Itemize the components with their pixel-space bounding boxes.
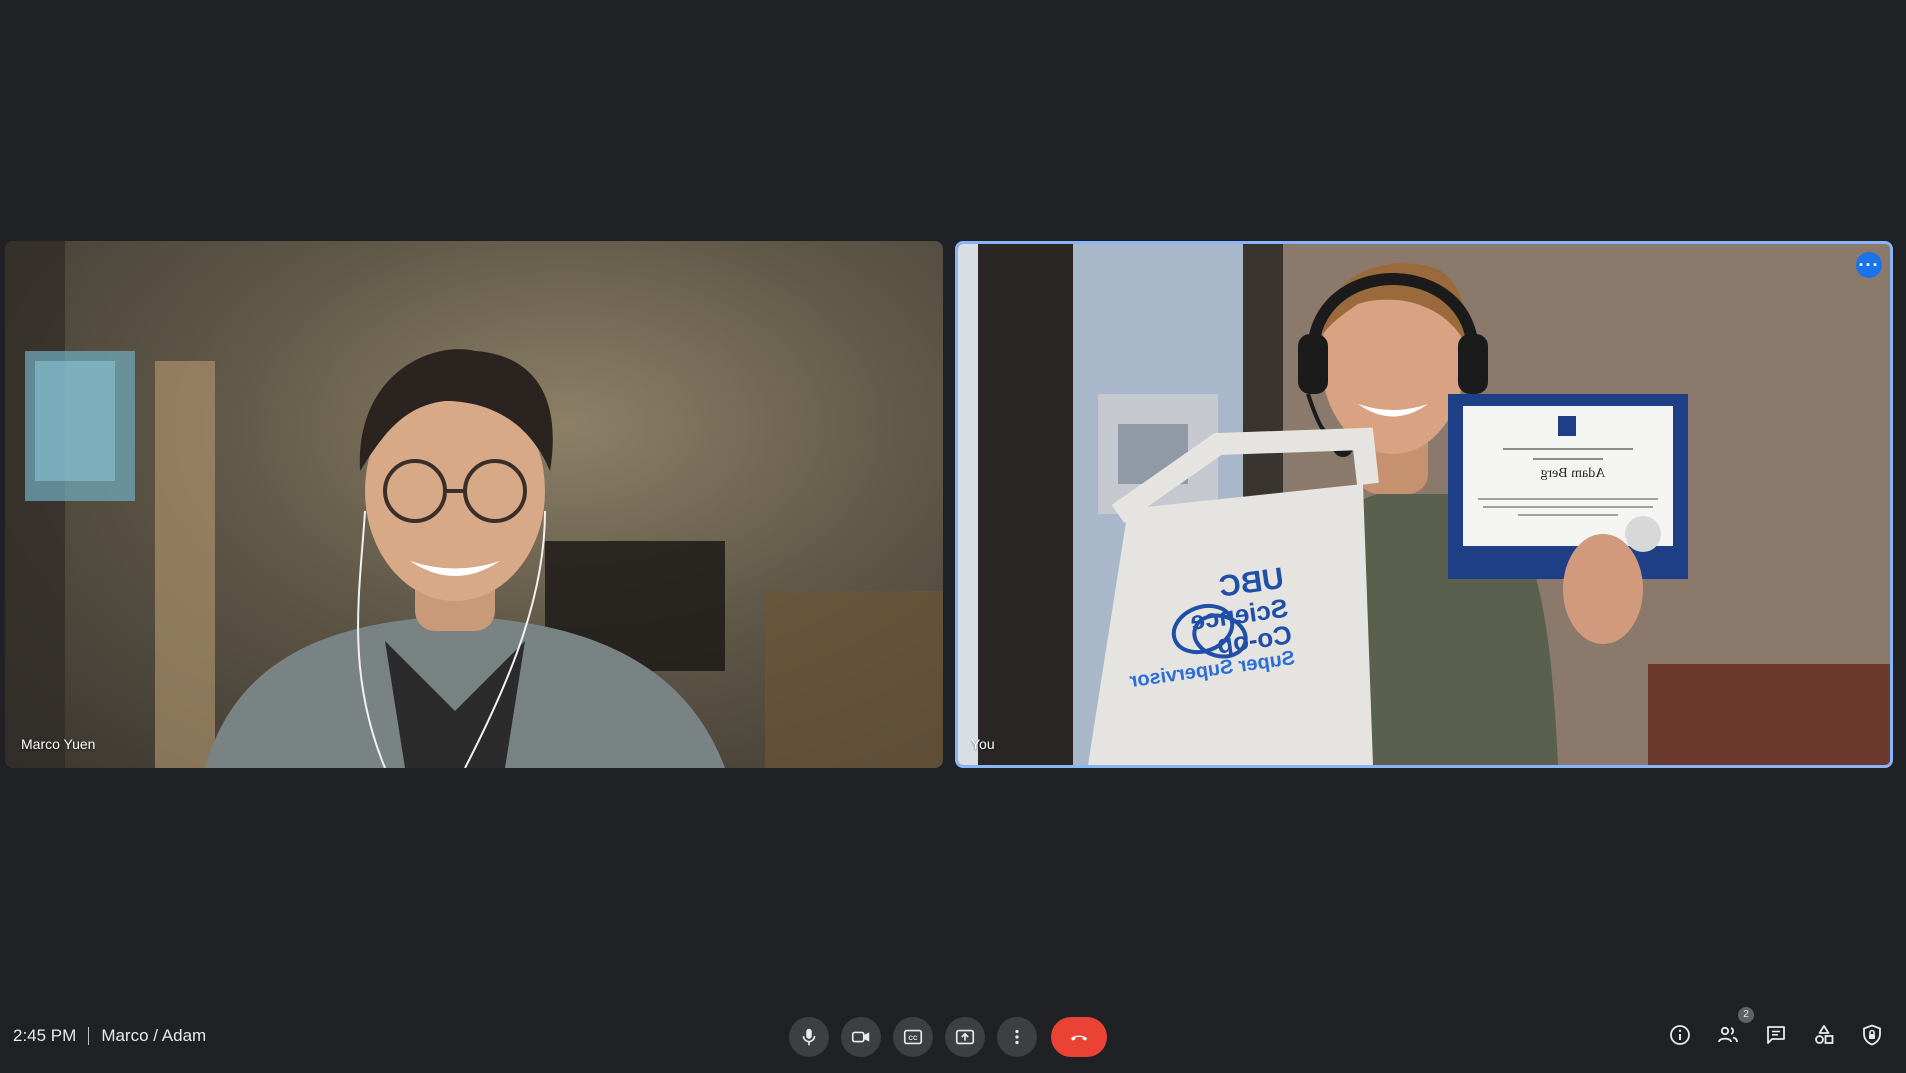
video-feed-you [958,244,1890,765]
leave-call-button[interactable] [1051,1017,1107,1057]
video-feed-marco [5,241,943,768]
video-tile-you[interactable]: UBC Science Co-op Super Supervisor Adam … [955,241,1893,768]
meeting-time: 2:45 PM [13,1026,77,1045]
chat-icon [1767,1026,1785,1044]
activities-icon [1815,1025,1834,1044]
video-tile-marco[interactable]: Marco Yuen [5,241,943,768]
activities-button[interactable] [1810,1021,1838,1049]
chat-button[interactable] [1762,1021,1790,1049]
mic-button[interactable] [789,1017,829,1057]
side-panel-controls: 2 [1666,1007,1886,1049]
svg-text:CC: CC [908,1035,918,1042]
videocam-icon [851,1031,870,1043]
people-icon [1718,1026,1738,1043]
people-count-badge: 2 [1738,1007,1754,1023]
call-end-icon [1070,1035,1088,1041]
meeting-title: Marco / Adam [101,1026,207,1045]
meet-window: Marco Yuen UBC Science Co-op Super Super… [0,0,1906,1073]
divider [88,1027,90,1045]
bottom-control-bar: 2:45 PM Marco / Adam CC 2 [0,1000,1906,1073]
present-screen-icon [955,1029,975,1045]
people-button[interactable]: 2 [1714,1007,1754,1049]
meeting-info: 2:45 PM Marco / Adam [13,1026,206,1046]
camera-button[interactable] [841,1017,881,1057]
more-vert-icon [1015,1029,1019,1045]
call-controls: CC [789,1017,1107,1057]
closed-caption-icon: CC [903,1029,923,1045]
mic-icon [802,1028,816,1046]
certificate-name: Adam Berg [1540,466,1606,481]
meeting-details-button[interactable] [1666,1021,1694,1049]
host-controls-button[interactable] [1858,1021,1886,1049]
captions-button[interactable]: CC [893,1017,933,1057]
host-controls-icon [1863,1024,1881,1046]
tile-more-options-button[interactable]: ··· [1856,252,1882,278]
present-button[interactable] [945,1017,985,1057]
participant-name: Marco Yuen [21,736,96,752]
more-horiz-icon: ··· [1858,255,1880,275]
info-icon [1670,1025,1690,1045]
participant-name: You [971,736,995,752]
more-options-button[interactable] [997,1017,1037,1057]
